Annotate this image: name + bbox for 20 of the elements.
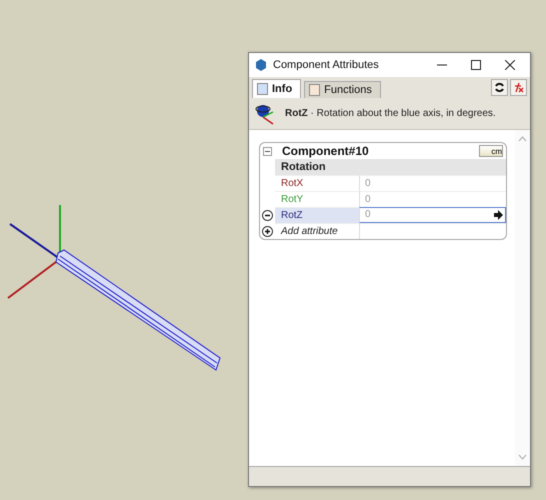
attribute-description: RotZ · Rotation about the blue axis, in degrees.: [285, 108, 496, 119]
unit-button[interactable]: cm: [479, 145, 503, 157]
add-attribute-label[interactable]: Add attribute: [275, 223, 359, 239]
refresh-icon[interactable]: [494, 82, 505, 93]
attribute-value: 0: [359, 175, 506, 191]
tab[interactable]: Info: [252, 79, 302, 98]
collapse-icon[interactable]: [263, 146, 272, 156]
app-icon: [255, 59, 267, 71]
group-header: Rotation: [275, 159, 506, 175]
arrow-icon[interactable]: [493, 210, 503, 220]
close-icon[interactable]: [505, 60, 515, 70]
maximize-icon[interactable]: [471, 60, 481, 70]
refresh-button[interactable]: [491, 79, 508, 96]
attribute-name[interactable]: RotX: [275, 175, 359, 191]
attribute-value: 0: [359, 191, 506, 207]
function-toggle-button[interactable]: [510, 79, 527, 96]
tab[interactable]: Functions: [304, 81, 381, 98]
window-title: Component Attributes: [273, 59, 380, 71]
component-name: Component#10: [282, 144, 370, 158]
attribute-name[interactable]: RotZ: [275, 207, 359, 223]
